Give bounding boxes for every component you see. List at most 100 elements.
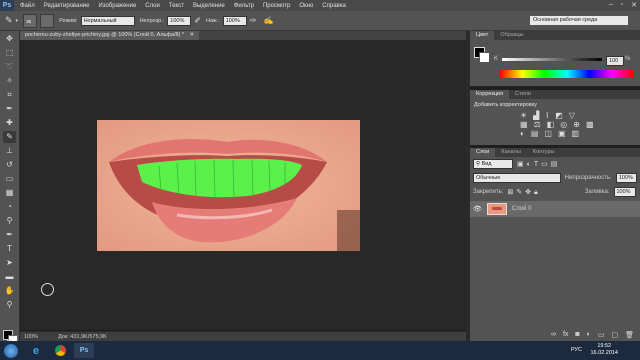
black-white-icon[interactable]: ◧ xyxy=(547,120,555,129)
menu-filter[interactable]: Фильтр xyxy=(234,3,254,9)
document-tab[interactable]: pochemu-zuby-zheltye-prichiny.jpg @ 100%… xyxy=(20,31,200,40)
trash-icon[interactable]: 🗑︎ xyxy=(625,331,634,339)
menu-select[interactable]: Выделение xyxy=(193,3,225,9)
menu-image[interactable]: Изображение xyxy=(98,3,136,9)
tab-swatches[interactable]: Образцы xyxy=(494,31,529,40)
threshold-icon[interactable]: ◫ xyxy=(544,129,552,138)
gradient-map-icon[interactable]: ▥ xyxy=(572,129,580,138)
tab-styles[interactable]: Стили xyxy=(509,90,537,99)
layer-filter-select[interactable]: ⚲ Вид xyxy=(473,159,513,169)
k-slider[interactable] xyxy=(502,58,602,61)
close-tab-icon[interactable]: ✕ xyxy=(190,32,195,38)
color-lookup-icon[interactable]: ▩ xyxy=(586,120,594,129)
layer-name[interactable]: Слой 0 xyxy=(512,206,532,212)
gradient-tool-icon[interactable]: ▦ xyxy=(3,187,16,199)
vibrance-icon[interactable]: ▽ xyxy=(569,111,575,120)
hand-tool-icon[interactable]: ✋ xyxy=(3,285,16,297)
brush-tool-icon[interactable]: ✎ xyxy=(5,15,13,26)
menu-window[interactable]: Окно xyxy=(299,3,313,9)
posterize-icon[interactable]: ▤ xyxy=(531,129,539,138)
path-select-tool-icon[interactable]: ➤ xyxy=(3,257,16,269)
link-layers-icon[interactable]: ∞ xyxy=(551,331,556,339)
layer-opacity-input[interactable]: 100% xyxy=(615,173,637,183)
photoshop-logo: Ps xyxy=(0,0,14,11)
close-button[interactable]: ✕ xyxy=(631,1,637,9)
fx-icon[interactable]: fx xyxy=(563,331,568,339)
new-group-icon[interactable]: ▭ xyxy=(598,331,605,339)
menu-help[interactable]: Справка xyxy=(322,3,346,9)
layer-thumbnail xyxy=(486,203,507,215)
pressure-opacity-icon[interactable]: ✐ xyxy=(194,16,201,25)
pen-tool-icon[interactable]: ✒ xyxy=(3,229,16,241)
move-tool-icon[interactable]: ✥ xyxy=(3,33,16,45)
photoshop-taskbar-icon[interactable]: Ps xyxy=(74,343,94,358)
filter-icons[interactable]: ▣◐T▭▤ xyxy=(517,160,560,168)
tab-layers[interactable]: Слои xyxy=(470,148,496,157)
tab-channels[interactable]: Каналы xyxy=(495,148,527,157)
minimize-button[interactable]: – xyxy=(609,1,613,9)
stamp-tool-icon[interactable]: ⊥ xyxy=(3,145,16,157)
tab-color[interactable]: Цвет xyxy=(470,31,495,40)
brush-panel-icon[interactable] xyxy=(40,13,55,28)
document-size-info[interactable]: Док: 431,9K/575,9K xyxy=(58,334,107,340)
chevron-down-icon[interactable]: ▾ xyxy=(16,18,19,24)
pressure-size-icon[interactable]: ✍ xyxy=(263,16,273,25)
spectrum-bar[interactable] xyxy=(500,70,634,78)
zoom-level[interactable]: 100% xyxy=(24,334,38,340)
invert-icon[interactable]: ◐ xyxy=(520,129,525,138)
healing-tool-icon[interactable]: ✚ xyxy=(3,117,16,129)
language-indicator[interactable]: РУС xyxy=(571,347,582,353)
eye-icon[interactable]: 👁︎ xyxy=(473,205,482,213)
selective-color-icon[interactable]: ▣ xyxy=(558,129,566,138)
menu-view[interactable]: Просмотр xyxy=(263,3,290,9)
layer-row[interactable]: 👁︎ Слой 0 xyxy=(470,201,640,217)
channel-mixer-icon[interactable]: ⊕ xyxy=(573,120,580,129)
menu-edit[interactable]: Редактирование xyxy=(44,3,90,9)
lasso-tool-icon[interactable]: ➰ xyxy=(3,61,16,73)
levels-icon[interactable]: ▟ xyxy=(533,111,539,120)
fill-input[interactable]: 100% xyxy=(613,187,636,197)
menu-layers[interactable]: Слои xyxy=(145,3,160,9)
new-layer-icon[interactable]: ▢ xyxy=(611,331,618,339)
menu-file[interactable]: Файл xyxy=(20,3,35,9)
history-brush-icon[interactable]: ↺ xyxy=(3,159,16,171)
k-value-input[interactable]: 100 xyxy=(606,56,624,66)
type-tool-icon[interactable]: T xyxy=(3,243,16,255)
photo-filter-icon[interactable]: ◎ xyxy=(560,120,567,129)
eraser-tool-icon[interactable]: ▭ xyxy=(3,173,16,185)
flow-input[interactable]: 100% xyxy=(222,15,247,26)
maximize-button[interactable]: ▫ xyxy=(621,1,623,9)
brightness-icon[interactable]: ☀ xyxy=(520,111,527,120)
blend-mode-select[interactable]: Обычные xyxy=(473,173,561,183)
mode-select[interactable]: Нормальный xyxy=(80,15,135,26)
exposure-icon[interactable]: ◩ xyxy=(555,111,563,120)
color-balance-icon[interactable]: ⚖ xyxy=(534,120,541,129)
document-image[interactable] xyxy=(97,120,360,251)
add-mask-icon[interactable]: ◙ xyxy=(575,331,579,339)
lock-icons[interactable]: ⊠✎✥🔒︎ xyxy=(507,188,540,197)
airbrush-icon[interactable]: ✑ xyxy=(250,16,257,25)
shape-tool-icon[interactable]: ▬ xyxy=(3,271,16,283)
dodge-tool-icon[interactable]: ⚲ xyxy=(3,215,16,227)
chrome-taskbar-icon[interactable] xyxy=(50,343,70,358)
curves-icon[interactable]: ⌇ xyxy=(545,111,549,120)
clock[interactable]: 19:52 16.02.2014 xyxy=(590,343,618,357)
crop-tool-icon[interactable]: ⌗ xyxy=(3,89,16,101)
ie-taskbar-icon[interactable]: e xyxy=(26,343,46,358)
color-bg-swatch[interactable] xyxy=(479,52,490,63)
eyedropper-tool-icon[interactable]: ✒ xyxy=(3,103,16,115)
opacity-input[interactable]: 100% xyxy=(167,15,192,26)
tab-adjustments[interactable]: Коррекция xyxy=(470,90,510,99)
workspace-select[interactable]: Основная рабочая среда xyxy=(530,16,628,25)
tab-paths[interactable]: Контуры xyxy=(527,148,561,157)
brush-tool-icon[interactable]: ✎ xyxy=(3,131,16,143)
zoom-tool-icon[interactable]: ⚲ xyxy=(3,299,16,311)
marquee-tool-icon[interactable]: ⬚ xyxy=(3,47,16,59)
start-button[interactable] xyxy=(4,343,18,358)
hue-saturation-icon[interactable]: ▦ xyxy=(520,120,528,129)
quick-select-tool-icon[interactable]: ✧ xyxy=(3,75,16,87)
blur-tool-icon[interactable]: ◔ xyxy=(3,201,16,213)
new-adjustment-icon[interactable]: ◐ xyxy=(587,331,591,339)
brush-preset-picker[interactable]: 36 xyxy=(23,13,38,28)
menu-text[interactable]: Текст xyxy=(169,3,184,9)
